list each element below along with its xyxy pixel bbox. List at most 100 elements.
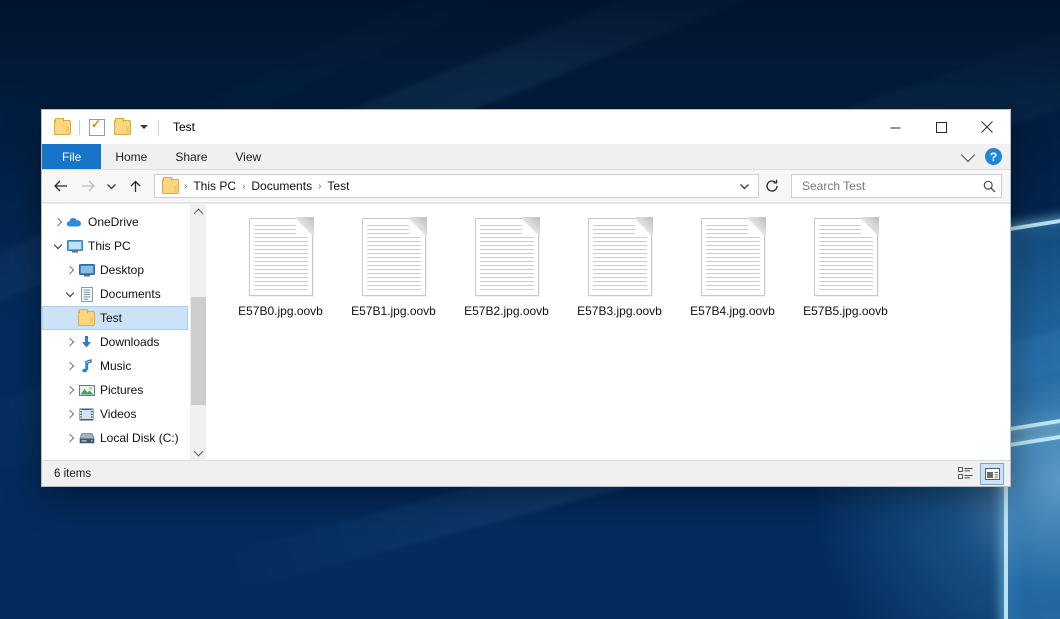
scroll-down-arrow-icon[interactable] — [191, 444, 206, 460]
help-icon[interactable]: ? — [985, 148, 1002, 165]
sidebar-item-label: Documents — [100, 287, 161, 301]
navigation-pane-scrollbar[interactable] — [190, 204, 206, 460]
expand-ribbon-chevron-down-icon[interactable] — [960, 154, 976, 160]
back-button[interactable] — [48, 174, 73, 198]
file-explorer-window: Test File Home Share View ? — [42, 110, 1010, 486]
breadcrumb-folder-icon[interactable] — [162, 179, 179, 194]
logo-pane-bottom-left — [1004, 424, 1060, 619]
status-bar: 6 items — [42, 460, 1010, 486]
sidebar-item-label: Test — [100, 311, 122, 325]
twisty-collapsed-icon[interactable] — [62, 339, 78, 345]
list-item[interactable]: E57B2.jpg.oovb — [450, 214, 563, 318]
documents-icon — [78, 286, 95, 302]
sidebar-item-local-disk-c[interactable]: Local Disk (C:) — [42, 426, 190, 450]
close-button[interactable] — [964, 110, 1010, 144]
sidebar-item-downloads[interactable]: Downloads — [42, 330, 190, 354]
file-name-label: E57B4.jpg.oovb — [690, 304, 775, 318]
twisty-collapsed-icon[interactable] — [62, 387, 78, 393]
pictures-icon — [78, 382, 95, 398]
ribbon-tab-bar: File Home Share View ? — [42, 144, 1010, 170]
sidebar-item-label: Pictures — [100, 383, 143, 397]
item-count-label: 6 items — [54, 468, 91, 480]
file-name-label: E57B3.jpg.oovb — [577, 304, 662, 318]
breadcrumb-item-documents[interactable]: Documents — [246, 179, 317, 193]
list-item[interactable]: E57B3.jpg.oovb — [563, 214, 676, 318]
file-name-label: E57B5.jpg.oovb — [803, 304, 888, 318]
sidebar-item-label: Videos — [100, 407, 136, 421]
up-button[interactable] — [123, 174, 148, 198]
view-toggle-group — [954, 463, 1004, 485]
window-title: Test — [173, 120, 195, 134]
sidebar-item-this-pc[interactable]: This PC — [42, 234, 190, 258]
search-icon[interactable] — [983, 180, 996, 193]
tab-view[interactable]: View — [221, 144, 275, 169]
search-box[interactable] — [791, 174, 1002, 198]
videos-film-icon — [78, 406, 95, 422]
desktop-icon — [78, 262, 95, 278]
sidebar-item-onedrive[interactable]: OneDrive — [42, 210, 190, 234]
twisty-collapsed-icon[interactable] — [62, 267, 78, 273]
breadcrumb: › This PC › Documents › Test — [161, 179, 734, 194]
breadcrumb-bar[interactable]: › This PC › Documents › Test — [154, 174, 759, 198]
qat-separator-2 — [158, 120, 159, 135]
generic-document-icon — [588, 218, 652, 296]
sidebar-item-label: Desktop — [100, 263, 144, 277]
music-note-icon — [78, 358, 95, 374]
sidebar-item-desktop[interactable]: Desktop — [42, 258, 190, 282]
forward-button[interactable] — [75, 174, 100, 198]
generic-document-icon — [814, 218, 878, 296]
quick-access-toolbar: Test — [42, 117, 195, 137]
navigation-pane: OneDrive This PC — [42, 204, 190, 460]
sidebar-item-videos[interactable]: Videos — [42, 402, 190, 426]
sidebar-item-label: This PC — [88, 239, 131, 253]
sidebar-item-test[interactable]: Test — [42, 306, 188, 330]
properties-icon[interactable] — [87, 117, 107, 137]
breadcrumb-item-this-pc[interactable]: This PC — [188, 179, 241, 193]
caption-button-group — [872, 110, 1010, 144]
details-view-button[interactable] — [954, 464, 976, 484]
breadcrumb-item-test[interactable]: Test — [322, 179, 354, 193]
large-icons-view-button[interactable] — [980, 463, 1004, 485]
twisty-collapsed-icon[interactable] — [62, 435, 78, 441]
logo-pane-top-left — [1004, 208, 1060, 432]
tab-file[interactable]: File — [42, 144, 101, 169]
tab-home[interactable]: Home — [101, 144, 161, 169]
tab-share[interactable]: Share — [161, 144, 221, 169]
explorer-body: OneDrive This PC — [42, 203, 1010, 460]
list-item[interactable]: E57B1.jpg.oovb — [337, 214, 450, 318]
list-item[interactable]: E57B0.jpg.oovb — [224, 214, 337, 318]
file-name-label: E57B0.jpg.oovb — [238, 304, 323, 318]
sidebar-item-label: Downloads — [100, 335, 159, 349]
twisty-expanded-icon[interactable] — [62, 293, 78, 296]
folder-icon — [78, 310, 95, 326]
scrollbar-thumb[interactable] — [191, 297, 206, 405]
sidebar-item-pictures[interactable]: Pictures — [42, 378, 190, 402]
folder-icon[interactable] — [52, 117, 72, 137]
maximize-button[interactable] — [918, 110, 964, 144]
scroll-up-arrow-icon[interactable] — [191, 204, 206, 220]
downloads-arrow-icon — [78, 334, 95, 350]
file-list-pane[interactable]: E57B0.jpg.oovb E57B1.jpg.oovb E57B2.jpg.… — [206, 204, 1010, 460]
onedrive-cloud-icon — [66, 214, 83, 230]
list-item[interactable]: E57B4.jpg.oovb — [676, 214, 789, 318]
twisty-collapsed-icon[interactable] — [50, 219, 66, 225]
qat-separator-1 — [79, 120, 80, 135]
minimize-button[interactable] — [872, 110, 918, 144]
sidebar-item-music[interactable]: Music — [42, 354, 190, 378]
sidebar-item-documents[interactable]: Documents — [42, 282, 190, 306]
refresh-button[interactable] — [761, 174, 783, 198]
customize-quick-access-caret-icon[interactable] — [137, 117, 151, 137]
address-bar: › This PC › Documents › Test — [42, 170, 1010, 203]
new-folder-icon[interactable] — [112, 117, 132, 137]
file-name-label: E57B1.jpg.oovb — [351, 304, 436, 318]
previous-locations-chevron-down-icon[interactable] — [734, 176, 754, 196]
list-item[interactable]: E57B5.jpg.oovb — [789, 214, 902, 318]
sidebar-item-label: Music — [100, 359, 131, 373]
search-input[interactable] — [800, 178, 983, 194]
this-pc-monitor-icon — [66, 238, 83, 254]
twisty-expanded-icon[interactable] — [50, 245, 66, 248]
hard-drive-icon — [78, 430, 95, 446]
recent-locations-chevron-down-icon[interactable] — [102, 174, 121, 198]
twisty-collapsed-icon[interactable] — [62, 363, 78, 369]
twisty-collapsed-icon[interactable] — [62, 411, 78, 417]
